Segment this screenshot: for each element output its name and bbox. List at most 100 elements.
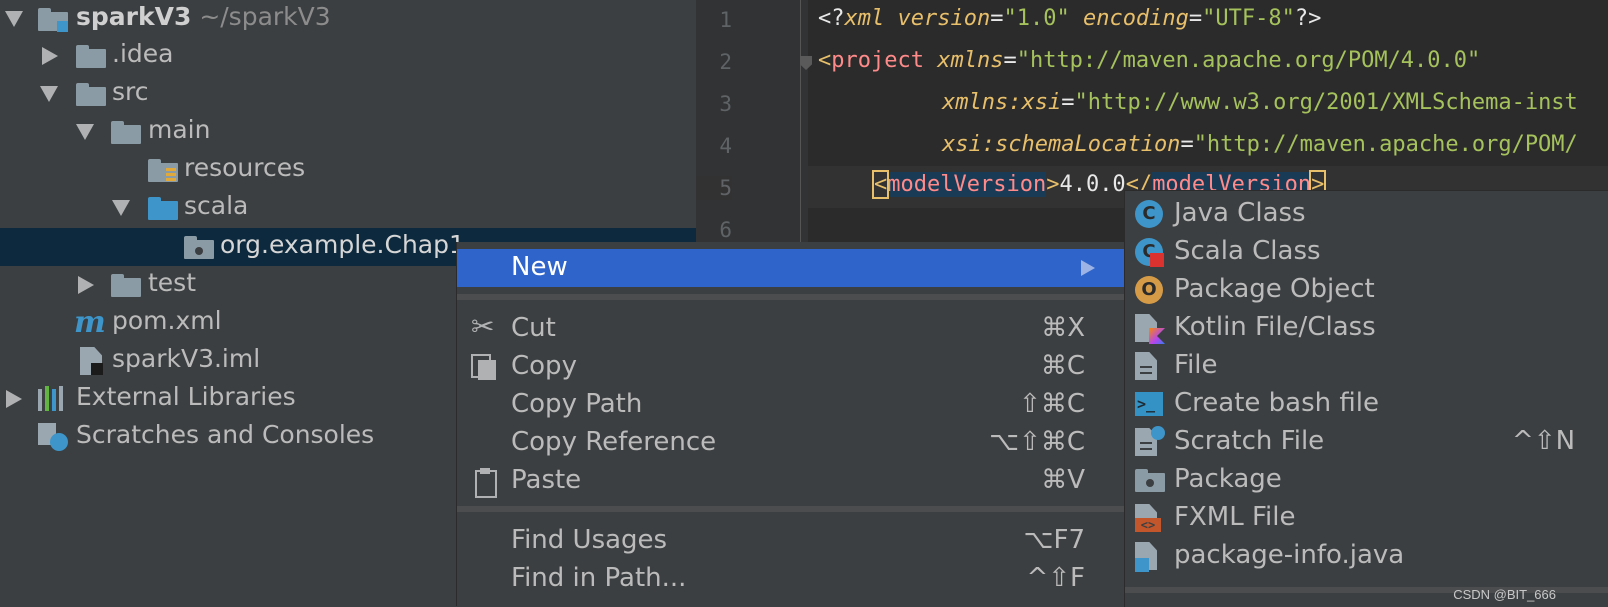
- package-object-icon: O: [1135, 276, 1165, 306]
- menu-item-label: New: [511, 252, 568, 282]
- new-submenu: C Java Class C Scala Class O Package Obj…: [1124, 190, 1608, 607]
- submenu-item-label: FXML File: [1174, 502, 1296, 532]
- folder-icon: [76, 80, 106, 108]
- tree-item-scala[interactable]: scala: [0, 189, 696, 227]
- submenu-item-label: package-info.java: [1174, 540, 1405, 570]
- project-path: ~/sparkV3: [199, 2, 331, 31]
- context-menu: New ✂ Cut ⌘X Copy ⌘C Copy Path ⇧⌘C Copy …: [456, 242, 1125, 606]
- menu-item-copy[interactable]: Copy ⌘C: [457, 348, 1125, 386]
- package-icon: [184, 233, 214, 261]
- submenu-arrow-icon: [1081, 260, 1095, 276]
- fxml-file-icon: <>: [1135, 504, 1165, 534]
- submenu-item-label: Kotlin File/Class: [1174, 312, 1376, 342]
- watermark: CSDN @BIT_666: [1453, 587, 1556, 602]
- submenu-item-label: Java Class: [1174, 198, 1306, 228]
- submenu-item-package-info[interactable]: package-info.java: [1125, 537, 1608, 575]
- tree-item-project-root[interactable]: sparkV3 ~/sparkV3: [0, 0, 696, 38]
- tree-item-label: main: [148, 115, 211, 144]
- scissors-icon: ✂: [471, 310, 495, 343]
- tree-item-label: resources: [184, 153, 306, 182]
- tree-item-label: sparkV3.iml: [112, 344, 261, 373]
- resources-folder-icon: [148, 156, 178, 184]
- fold-marker-icon[interactable]: [800, 56, 812, 70]
- menu-shortcut: ^⇧F: [1026, 563, 1085, 593]
- code-line-3: xmlns:xsi="http://www.w3.org/2001/XMLSch…: [942, 90, 1578, 115]
- submenu-item-kotlin-file[interactable]: Kotlin File/Class: [1125, 309, 1608, 347]
- tree-item-src[interactable]: src: [0, 75, 696, 113]
- menu-shortcut: ⌥⇧⌘C: [989, 427, 1085, 457]
- maven-icon: m: [74, 305, 106, 340]
- tree-item-label: pom.xml: [112, 306, 222, 335]
- menu-separator: [457, 506, 1125, 512]
- line-number: 1: [719, 8, 732, 32]
- tree-item-label: scala: [184, 191, 249, 220]
- menu-item-find-in-path[interactable]: Find in Path... ^⇧F: [457, 560, 1125, 598]
- submenu-item-label: Create bash file: [1174, 388, 1379, 418]
- file-icon: [1135, 352, 1165, 382]
- submenu-item-label: Scala Class: [1174, 236, 1321, 266]
- collapse-arrow-icon[interactable]: [6, 390, 22, 408]
- expand-arrow-icon[interactable]: [40, 86, 58, 102]
- expand-arrow-icon[interactable]: [5, 11, 23, 27]
- folder-icon: [111, 118, 141, 146]
- scratches-icon: [38, 423, 68, 451]
- menu-shortcut: ⌥F7: [1023, 525, 1085, 555]
- menu-item-label: Copy Reference: [511, 427, 717, 457]
- menu-item-label: Copy Path: [511, 389, 643, 419]
- copy-icon: [471, 354, 499, 382]
- menu-item-find-usages[interactable]: Find Usages ⌥F7: [457, 522, 1125, 560]
- submenu-shortcut: ^⇧N: [1512, 426, 1576, 456]
- menu-shortcut: ⌘V: [1041, 465, 1085, 495]
- submenu-item-label: Scratch File: [1174, 426, 1325, 456]
- expand-arrow-icon[interactable]: [112, 200, 130, 216]
- code-line-2: <project xmlns="http://maven.apache.org/…: [818, 48, 1481, 73]
- package-info-icon: [1135, 542, 1165, 572]
- code-line-4: xsi:schemaLocation="http://maven.apache.…: [942, 132, 1578, 157]
- folder-icon: [111, 271, 141, 299]
- submenu-item-package[interactable]: Package: [1125, 461, 1608, 499]
- menu-item-label: Find Usages: [511, 525, 668, 555]
- collapse-arrow-icon[interactable]: [78, 276, 94, 294]
- tree-item-idea[interactable]: .idea: [0, 37, 696, 75]
- project-module-icon: [38, 5, 68, 33]
- tree-item-label: src: [112, 77, 149, 106]
- expand-arrow-icon[interactable]: [76, 124, 94, 140]
- tree-item-label: External Libraries: [76, 382, 296, 411]
- menu-item-new[interactable]: New: [457, 249, 1125, 287]
- menu-item-label: Paste: [511, 465, 582, 495]
- menu-shortcut: ⌘X: [1041, 313, 1085, 343]
- submenu-item-create-bash-file[interactable]: >_ Create bash file: [1125, 385, 1608, 423]
- source-folder-icon: [148, 194, 178, 222]
- clipboard-icon: [471, 468, 499, 498]
- menu-item-label: Copy: [511, 351, 577, 381]
- submenu-item-java-class[interactable]: C Java Class: [1125, 195, 1608, 233]
- folder-icon: [76, 42, 106, 70]
- submenu-item-scala-class[interactable]: C Scala Class: [1125, 233, 1608, 271]
- menu-shortcut: ⇧⌘C: [1019, 389, 1085, 419]
- menu-item-paste[interactable]: Paste ⌘V: [457, 462, 1125, 500]
- menu-item-label: Cut: [511, 313, 556, 343]
- menu-item-cut[interactable]: ✂ Cut ⌘X: [457, 310, 1125, 348]
- tree-item-resources[interactable]: resources: [0, 151, 696, 189]
- submenu-item-fxml-file[interactable]: <> FXML File: [1125, 499, 1608, 537]
- libraries-icon: [38, 385, 68, 413]
- submenu-item-package-object[interactable]: O Package Object: [1125, 271, 1608, 309]
- iml-file-icon: [80, 347, 110, 375]
- menu-shortcut: ⌘C: [1040, 351, 1085, 381]
- tree-item-label: org.example.Chap1: [220, 230, 465, 259]
- kotlin-file-icon: [1135, 314, 1165, 344]
- submenu-item-scratch-file[interactable]: Scratch File ^⇧N: [1125, 423, 1608, 461]
- menu-item-label: Find in Path...: [511, 563, 687, 593]
- menu-item-copy-path[interactable]: Copy Path ⇧⌘C: [457, 386, 1125, 424]
- menu-item-copy-reference[interactable]: Copy Reference ⌥⇧⌘C: [457, 424, 1125, 462]
- line-number: 2: [719, 50, 732, 74]
- package-icon: [1135, 466, 1165, 496]
- tree-item-label: .idea: [112, 39, 174, 68]
- submenu-item-label: File: [1174, 350, 1218, 380]
- submenu-item-file[interactable]: File: [1125, 347, 1608, 385]
- tree-item-label: Scratches and Consoles: [76, 420, 375, 449]
- tree-item-main[interactable]: main: [0, 113, 696, 151]
- collapse-arrow-icon[interactable]: [42, 47, 58, 65]
- project-name: sparkV3: [76, 2, 192, 31]
- line-number: 5: [696, 176, 732, 200]
